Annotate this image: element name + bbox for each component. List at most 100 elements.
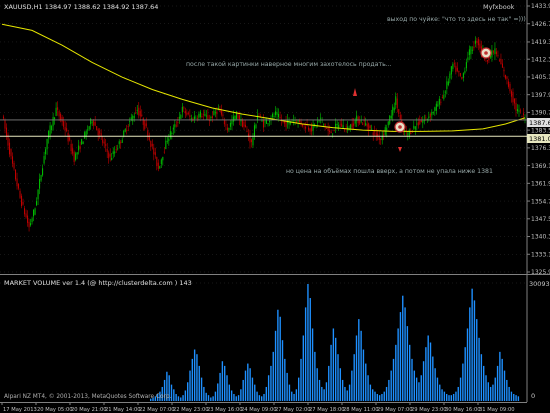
bear-candle: [461, 76, 463, 79]
bear-candle: [79, 146, 81, 149]
volume-panel[interactable]: MARKET VOLUME ver 1.4 (@ http://clusterd…: [0, 274, 550, 402]
bear-candle: [488, 57, 490, 61]
time-label: 27 May 02:00: [275, 407, 311, 413]
volume-bar: [476, 319, 478, 401]
bear-candle: [327, 127, 329, 131]
current-price-label: 1387.64: [529, 119, 550, 127]
bear-candle: [16, 178, 18, 187]
bear-candle: [429, 113, 431, 117]
bear-candle: [63, 121, 65, 127]
bear-candle: [497, 55, 499, 57]
volume-bar: [228, 384, 231, 401]
bull-candle: [465, 62, 467, 69]
bull-candle: [371, 128, 373, 130]
bear-candle: [521, 116, 523, 117]
bear-candle: [366, 124, 368, 127]
exit-signal-icon[interactable]: [480, 47, 492, 59]
volume-bar: [432, 356, 434, 401]
bear-candle: [115, 149, 117, 151]
bear-candle: [27, 215, 29, 223]
time-label: 28 May 11:00: [343, 407, 379, 413]
volume-bar: [457, 386, 459, 401]
time-label: 27 May 18:00: [309, 407, 345, 413]
bear-candle: [13, 162, 15, 169]
bull-candle: [204, 113, 206, 116]
volume-bar: [413, 370, 416, 401]
volume-bar: [489, 386, 492, 401]
volume-bar: [328, 365, 330, 401]
bear-candle: [501, 63, 503, 68]
volume-bar: [284, 358, 286, 401]
time-label: 31 May 09:00: [479, 407, 515, 413]
volume-bar: [358, 319, 360, 401]
brand-watermark: Myfxbook: [483, 3, 515, 11]
bear-candle: [243, 121, 245, 127]
bull-candle: [76, 152, 78, 155]
bull-candle: [434, 107, 436, 111]
bear-candle: [2, 116, 5, 119]
bear-candle: [519, 110, 522, 112]
bear-candle: [507, 81, 509, 87]
bear-candle: [102, 139, 104, 143]
bear-candle: [398, 109, 400, 114]
bear-candle: [241, 119, 243, 128]
volume-bar: [237, 395, 240, 401]
volume-bar: [374, 391, 376, 401]
bear-candle: [96, 126, 98, 131]
volume-bar: [351, 370, 353, 401]
bull-candle: [91, 121, 93, 123]
bear-candle: [477, 39, 479, 46]
bull-candle: [75, 153, 77, 160]
bull-candle: [450, 66, 452, 75]
volume-bar: [332, 328, 335, 401]
volume-bar: [406, 326, 409, 401]
bull-candle: [55, 107, 57, 116]
volume-bar: [388, 379, 390, 401]
volume-bar: [510, 391, 513, 401]
volume-bar: [429, 342, 432, 401]
bull-candle: [165, 140, 167, 150]
volume-bar: [517, 396, 520, 401]
bear-candle: [250, 139, 253, 143]
volume-bar: [381, 393, 383, 401]
volume-bar: [422, 361, 425, 401]
volume-bar: [367, 375, 369, 401]
volume-bar: [302, 335, 305, 401]
time-label: 30 May 16:00: [445, 407, 481, 413]
volume-bar: [506, 379, 508, 401]
bull-candle: [467, 57, 469, 60]
volume-bar: [177, 396, 180, 401]
bull-candle: [39, 178, 41, 189]
volume-bar: [203, 386, 205, 401]
bull-candle: [82, 141, 84, 145]
bull-candle: [42, 168, 44, 176]
volume-bar: [207, 395, 210, 401]
bull-candle: [121, 139, 123, 143]
bear-candle: [410, 132, 412, 134]
bull-candle: [435, 103, 437, 111]
volume-bar: [501, 358, 503, 401]
volume-bar: [205, 392, 207, 401]
bear-candle: [138, 107, 140, 116]
volume-bar: [353, 354, 355, 401]
bear-candle: [106, 148, 108, 152]
chart-title: XAUUSD,H1 1384.97 1388.62 1384.92 1387.6…: [4, 3, 158, 11]
bull-candle: [365, 123, 367, 126]
bull-candle: [452, 64, 454, 69]
bear-candle: [417, 122, 419, 126]
volume-bar: [286, 372, 288, 401]
price-chart-panel[interactable]: 1433.90 1426.70 1419.30 1412.30 1405.10 1397.…: [0, 0, 550, 274]
bear-candle: [506, 76, 508, 79]
volume-bar: [395, 344, 397, 401]
volume-bar: [233, 393, 235, 401]
bear-candle: [510, 91, 513, 97]
volume-bar: [265, 386, 268, 401]
bear-candle: [97, 129, 99, 136]
volume-bar: [478, 337, 480, 401]
bull-candle: [392, 106, 394, 116]
volume-bar: [439, 384, 441, 401]
volume-bar: [411, 358, 413, 401]
volume-bar: [212, 396, 214, 401]
bear-candle: [127, 126, 129, 127]
entry-signal-icon[interactable]: [394, 121, 406, 133]
